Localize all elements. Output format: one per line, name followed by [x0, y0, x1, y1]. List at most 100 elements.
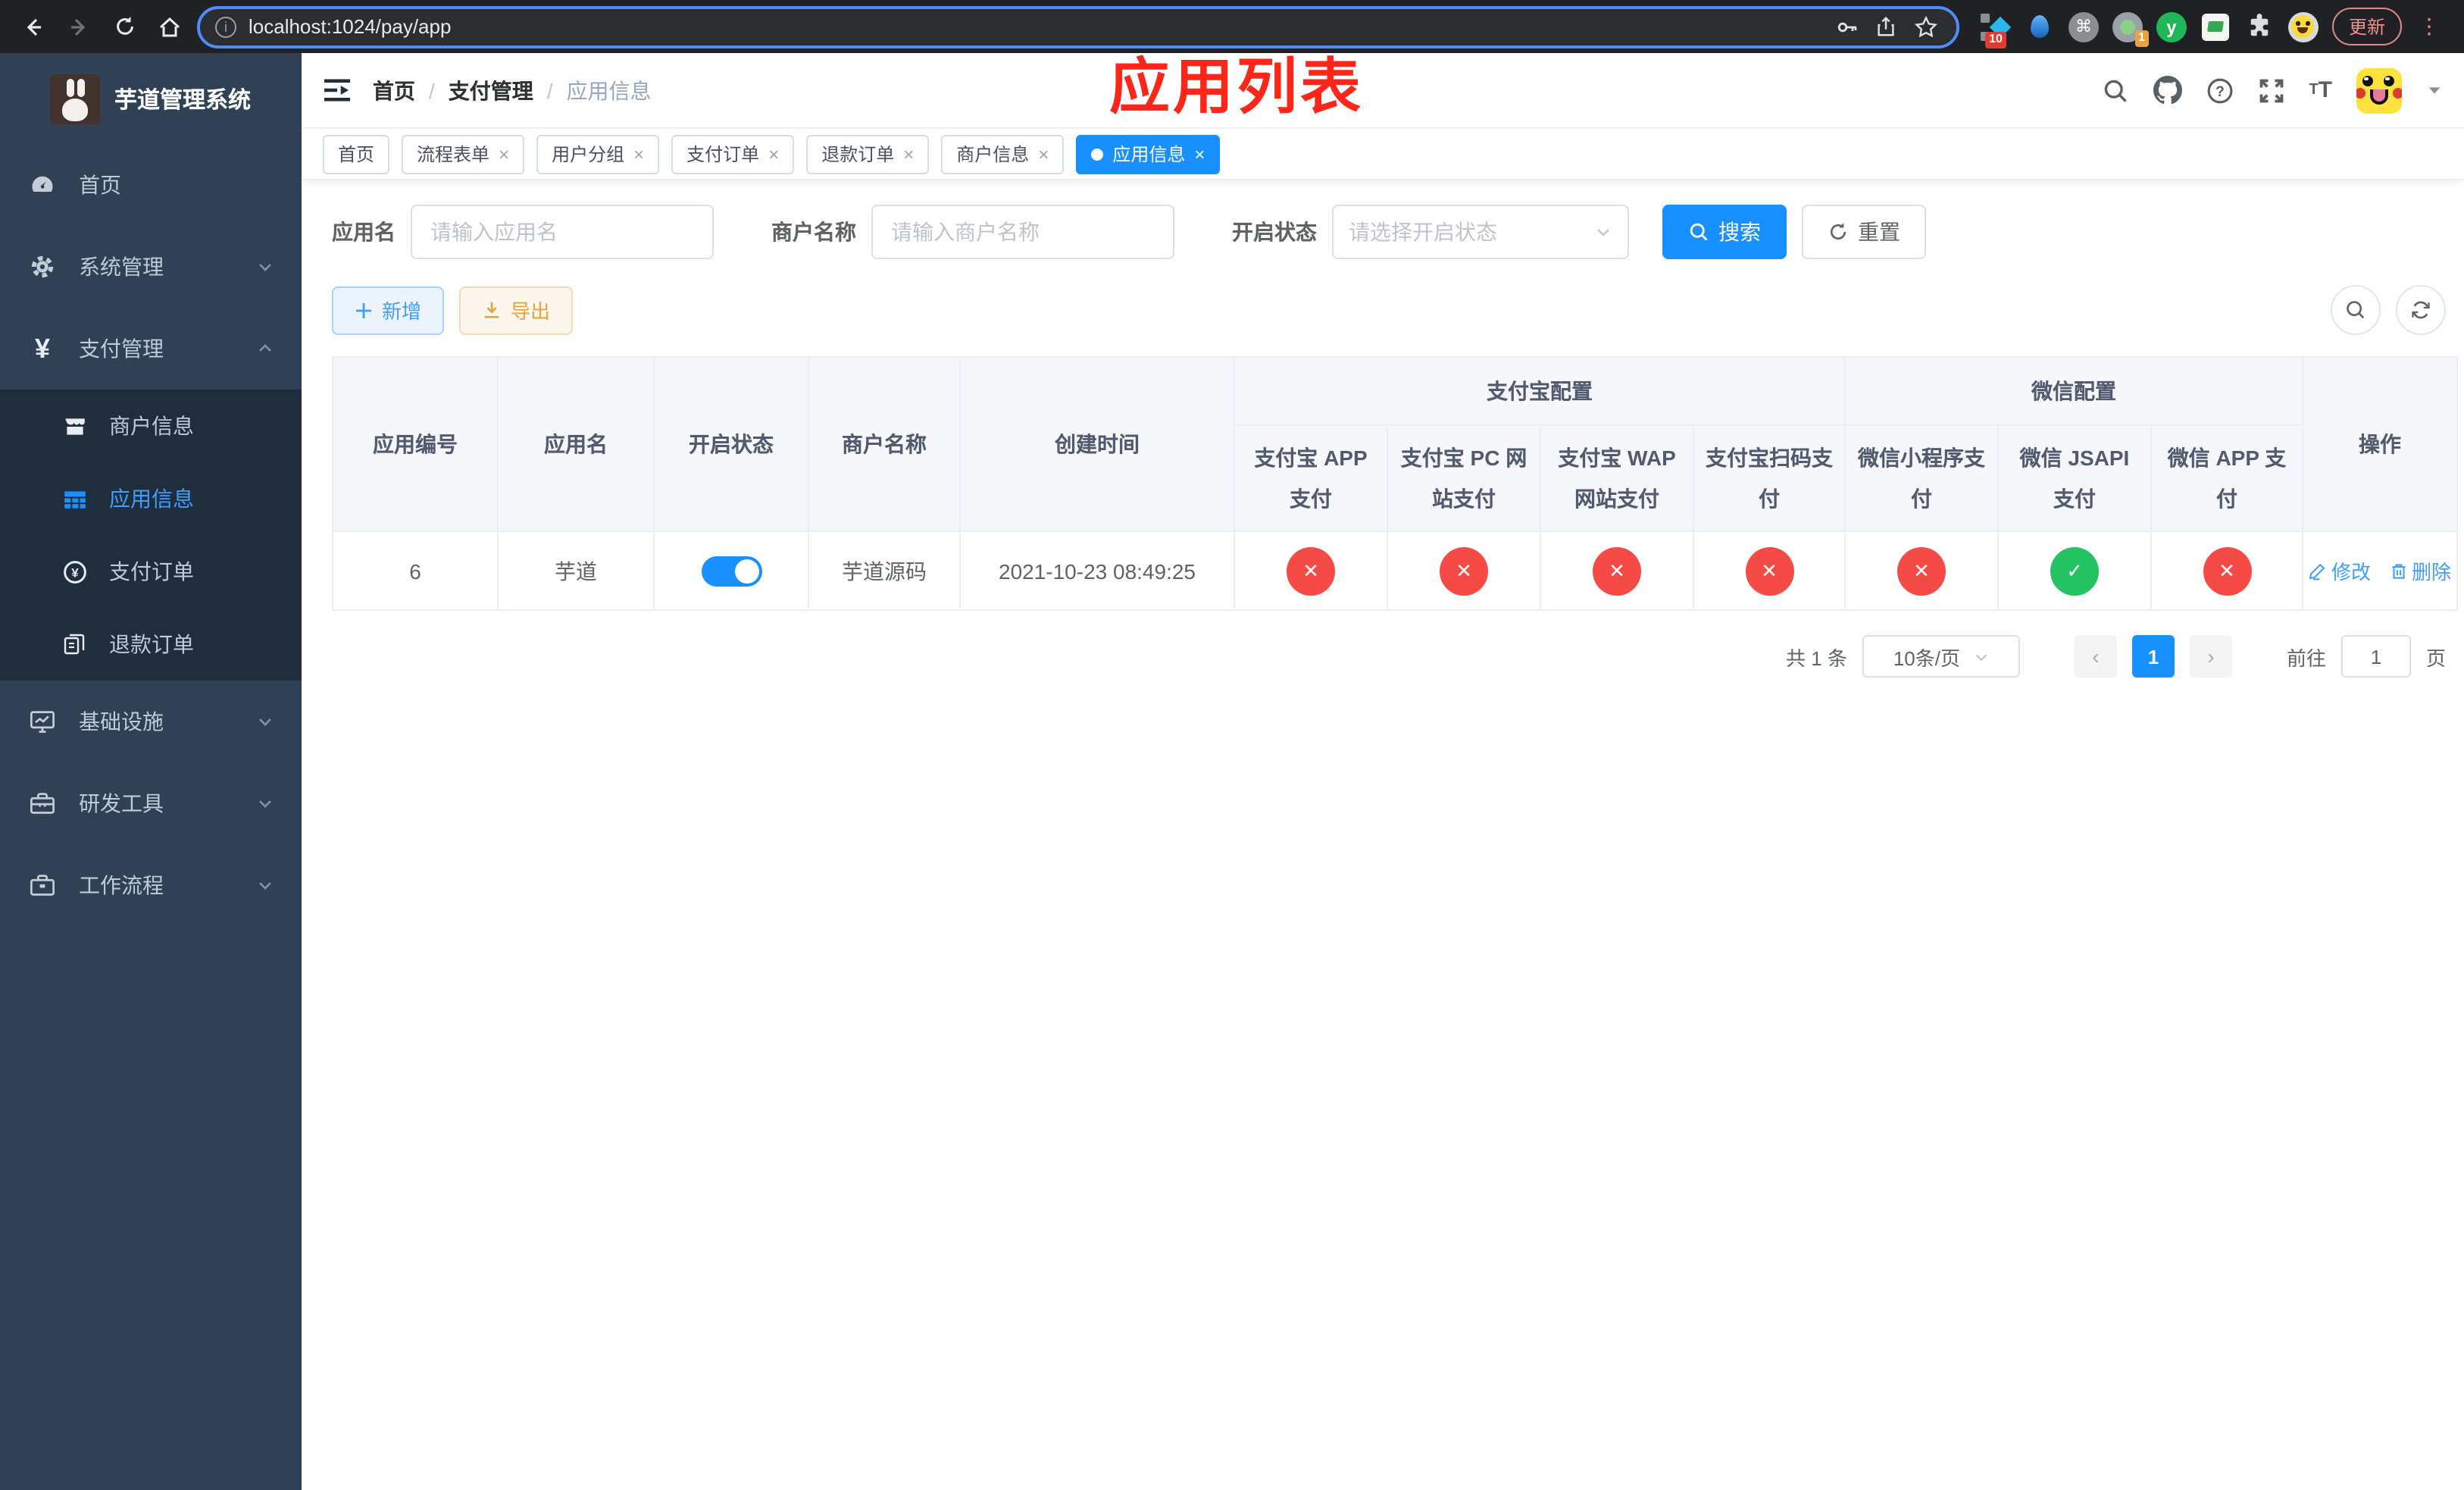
prev-page-button[interactable]: ‹	[2074, 635, 2117, 678]
extensions-puzzle-icon[interactable]	[2244, 11, 2275, 42]
command-ext-icon[interactable]: ⌘	[2068, 11, 2099, 42]
goto-page-input[interactable]	[2340, 635, 2411, 678]
next-page-button[interactable]: ›	[2189, 635, 2232, 678]
chat-ext-icon[interactable]	[2200, 11, 2231, 42]
ext-badge: 10	[1985, 31, 2006, 48]
tab-merchant-info[interactable]: 商户信息 ×	[941, 134, 1065, 174]
chevron-down-icon	[256, 794, 274, 812]
sidebar-item-payment[interactable]: ¥ 支付管理	[0, 308, 302, 390]
tab-pay-order[interactable]: 支付订单 ×	[671, 134, 795, 174]
cell-status	[653, 531, 809, 611]
page-content: 应用名 商户名称 开启状态 请选择开启状态	[302, 180, 2464, 1490]
documents-icon	[61, 632, 88, 656]
delete-button[interactable]: 删除	[2389, 556, 2451, 585]
cell-alipay-pc: ✕	[1387, 531, 1541, 611]
export-button[interactable]: 导出	[459, 286, 574, 334]
y-ext-icon[interactable]: y	[2156, 11, 2187, 42]
breadcrumb-payment[interactable]: 支付管理	[449, 75, 533, 105]
active-dot	[1091, 148, 1104, 160]
browser-toolbar: i localhost:1024/pay/app 10 ⌘ 1 y 更新 ⋮	[0, 0, 2464, 53]
search-icon[interactable]	[2101, 77, 2128, 104]
app-name-input[interactable]	[411, 205, 714, 259]
toggle-search-button[interactable]	[2331, 285, 2381, 335]
col-status: 开启状态	[653, 356, 809, 532]
reset-button[interactable]: 重置	[1802, 205, 1926, 259]
status-select[interactable]: 请选择开启状态	[1332, 205, 1629, 259]
tags-view-bar: 首页 流程表单 × 用户分组 × 支付订单 × 退款订单 × 商户信息 × 应用信息 ×	[302, 129, 2464, 180]
bookmark-star-icon[interactable]	[1914, 14, 1941, 39]
share-icon[interactable]	[1875, 15, 1902, 38]
site-info-icon[interactable]: i	[215, 16, 236, 37]
cell-alipay-wap: ✕	[1540, 531, 1694, 611]
app-table: 应用编号 应用名 开启状态 商户名称 创建时间 支付宝配置 微信配置 操作 支付…	[332, 356, 2458, 611]
sidebar-item-label: 商户信息	[109, 414, 194, 438]
sidebar-item-home[interactable]: 首页	[0, 144, 302, 226]
browser-update-button[interactable]: 更新	[2331, 8, 2402, 45]
app-name-label: 应用名	[332, 220, 396, 244]
tab-user-group[interactable]: 用户分组 ×	[536, 134, 660, 174]
svg-text:¥: ¥	[70, 565, 78, 579]
page-size-select[interactable]: 10条/页	[1862, 635, 2020, 678]
filter-form: 应用名 商户名称 开启状态 请选择开启状态	[332, 205, 2446, 259]
status-toggle[interactable]	[701, 556, 761, 586]
search-button[interactable]: 搜索	[1662, 205, 1787, 259]
status-disabled-icon: ✕	[1287, 546, 1335, 595]
yen-circle-icon: ¥	[61, 559, 88, 584]
close-icon[interactable]: ×	[768, 145, 779, 163]
refresh-button[interactable]	[2396, 285, 2446, 335]
home-icon[interactable]	[152, 8, 188, 45]
sidebar-item-infrastructure[interactable]: 基础设施	[0, 681, 302, 762]
browser-menu-icon[interactable]: ⋮	[2416, 14, 2443, 39]
pinned-ext-icon[interactable]: 10	[1980, 11, 2012, 48]
sidebar-item-pay-order[interactable]: ¥ 支付订单	[0, 535, 302, 608]
close-icon[interactable]: ×	[633, 145, 644, 163]
recorder-ext-icon[interactable]: 1	[2112, 11, 2149, 46]
cell-created: 2021-10-23 08:49:25	[959, 531, 1235, 611]
reload-icon[interactable]	[106, 8, 142, 45]
forward-icon	[61, 8, 97, 45]
github-icon[interactable]	[2153, 76, 2182, 105]
sidebar: 芋道管理系统 首页 系统管理 ¥ 支付管理 商户信息 应用信息 ¥ 支付订单 退…	[0, 53, 302, 1490]
app-logo[interactable]: 芋道管理系统	[0, 53, 302, 144]
sidebar-item-workflow[interactable]: 工作流程	[0, 844, 302, 926]
profile-avatar-icon[interactable]	[2287, 11, 2319, 42]
group-wechat-config: 微信配置	[1844, 356, 2303, 426]
cell-wechat-jsapi: ✓	[1997, 531, 2152, 611]
help-icon[interactable]: ?	[2206, 77, 2233, 104]
merchant-name-input[interactable]	[871, 205, 1174, 259]
breadcrumb-home[interactable]: 首页	[373, 75, 415, 105]
password-key-icon[interactable]	[1835, 14, 1862, 39]
tab-refund-order[interactable]: 退款订单 ×	[806, 134, 930, 174]
sidebar-item-refund-order[interactable]: 退款订单	[0, 608, 302, 681]
close-icon[interactable]: ×	[499, 145, 509, 163]
add-button[interactable]: 新增	[332, 286, 445, 334]
user-avatar[interactable]	[2356, 67, 2402, 113]
back-icon[interactable]	[15, 8, 52, 45]
fullscreen-icon[interactable]	[2257, 77, 2284, 104]
tab-home[interactable]: 首页	[323, 134, 390, 174]
sidebar-item-label: 研发工具	[79, 791, 164, 815]
sidebar-item-app-info[interactable]: 应用信息	[0, 462, 302, 535]
edit-button[interactable]: 修改	[2309, 556, 2371, 585]
close-icon[interactable]: ×	[1038, 145, 1049, 163]
col-wechat-jsapi: 微信 JSAPI 支付	[1997, 424, 2152, 532]
cell-alipay-qr: ✕	[1693, 531, 1846, 611]
address-bar[interactable]: i localhost:1024/pay/app	[197, 5, 1959, 48]
tab-app-info[interactable]: 应用信息 ×	[1076, 134, 1221, 174]
close-icon[interactable]: ×	[1194, 145, 1205, 163]
tab-process-form[interactable]: 流程表单 ×	[402, 134, 525, 174]
collapse-sidebar-icon[interactable]	[323, 77, 352, 103]
col-app-id: 应用编号	[332, 356, 499, 532]
font-size-icon[interactable]: TT	[2309, 77, 2332, 103]
sidebar-item-merchant-info[interactable]: 商户信息	[0, 390, 302, 462]
kite-ext-icon[interactable]	[2025, 11, 2055, 42]
top-navbar: 首页 / 支付管理 / 应用信息 ? T T	[302, 53, 2464, 129]
url-text[interactable]: localhost:1024/pay/app	[249, 15, 1823, 38]
avatar-caret-icon[interactable]	[2426, 82, 2443, 99]
close-icon[interactable]: ×	[903, 145, 914, 163]
sidebar-item-system[interactable]: 系统管理	[0, 226, 302, 308]
col-wechat-app: 微信 APP 支付	[2150, 424, 2303, 532]
col-created: 创建时间	[959, 356, 1235, 532]
sidebar-item-dev-tools[interactable]: 研发工具	[0, 762, 302, 844]
page-number-button[interactable]: 1	[2131, 635, 2175, 678]
